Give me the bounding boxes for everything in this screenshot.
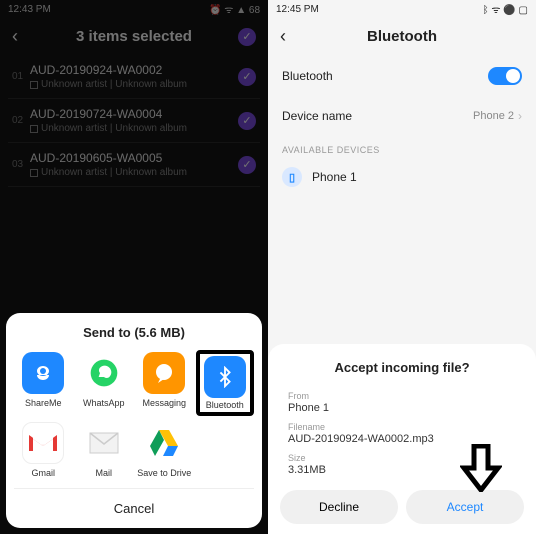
bluetooth-app[interactable]: Bluetooth — [196, 350, 255, 416]
accept-button[interactable]: Accept — [406, 490, 524, 524]
track-number: 03 — [12, 159, 30, 170]
phone-icon: ▯ — [282, 167, 302, 187]
gmail-icon — [22, 422, 64, 464]
arrow-down-icon — [460, 444, 502, 492]
chevron-right-icon: › — [518, 109, 522, 123]
incoming-file-sheet: Accept incoming file? From Phone 1 Filen… — [268, 344, 536, 534]
track-subtitle: Unknown artist | Unknown album — [30, 167, 238, 178]
mail-icon — [83, 422, 125, 464]
app-label: ShareMe — [25, 398, 62, 408]
track-name: AUD-20190924-WA0002 — [30, 63, 238, 77]
album-icon — [30, 125, 38, 133]
sheet-title: Send to (5.6 MB) — [14, 325, 254, 340]
track-list: 01 AUD-20190924-WA0002 Unknown artist | … — [0, 55, 268, 187]
device-name-row[interactable]: Device name Phone 2 › — [268, 97, 536, 135]
app-label: Gmail — [31, 468, 55, 478]
device-row[interactable]: ▯ Phone 1 — [268, 159, 536, 195]
status-icons: ⏰ ᯤ ▲ 68 — [209, 2, 260, 16]
track-name: AUD-20190724-WA0004 — [30, 107, 238, 121]
row-value: Phone 2 — [473, 110, 514, 122]
share-grid: ShareMe WhatsApp Messaging Bluetooth Gma… — [14, 350, 254, 480]
back-icon[interactable]: ‹ — [12, 26, 30, 47]
status-icons: ᛒ ᯤ ⚫ ▢ — [483, 2, 528, 16]
track-row[interactable]: 01 AUD-20190924-WA0002 Unknown artist | … — [8, 55, 260, 99]
from-field: From Phone 1 — [268, 387, 536, 418]
messaging-app[interactable]: Messaging — [135, 350, 194, 416]
left-screen: 12:43 PM ⏰ ᯤ ▲ 68 ‹ 3 items selected ✓ 0… — [0, 0, 268, 534]
whatsapp-app[interactable]: WhatsApp — [75, 350, 134, 416]
track-name: AUD-20190605-WA0005 — [30, 151, 238, 165]
status-time: 12:43 PM — [8, 4, 51, 15]
album-icon — [30, 169, 38, 177]
track-number: 02 — [12, 115, 30, 126]
right-screen: 12:45 PM ᛒ ᯤ ⚫ ▢ ‹ Bluetooth Bluetooth D… — [268, 0, 536, 534]
album-icon — [30, 81, 38, 89]
track-check-icon[interactable]: ✓ — [238, 156, 256, 174]
field-value: Phone 1 — [288, 402, 516, 414]
field-label: From — [288, 391, 516, 401]
status-bar: 12:45 PM ᛒ ᯤ ⚫ ▢ — [268, 0, 536, 18]
header-title: 3 items selected — [30, 28, 238, 45]
incoming-title: Accept incoming file? — [268, 360, 536, 375]
whatsapp-icon — [83, 352, 125, 394]
track-row[interactable]: 02 AUD-20190724-WA0004 Unknown artist | … — [8, 99, 260, 143]
status-time: 12:45 PM — [276, 4, 319, 15]
decline-button[interactable]: Decline — [280, 490, 398, 524]
selection-header: ‹ 3 items selected ✓ — [0, 18, 268, 55]
bluetooth-icon — [204, 356, 246, 398]
field-label: Filename — [288, 422, 516, 432]
status-bar: 12:43 PM ⏰ ᯤ ▲ 68 — [0, 0, 268, 18]
settings-header: ‹ Bluetooth — [268, 18, 536, 55]
shareme-app[interactable]: ShareMe — [14, 350, 73, 416]
row-label: Device name — [282, 109, 473, 123]
section-header: AVAILABLE DEVICES — [268, 135, 536, 159]
device-name: Phone 1 — [312, 170, 357, 184]
messaging-icon — [143, 352, 185, 394]
select-all-check[interactable]: ✓ — [238, 28, 256, 46]
app-label: Bluetooth — [206, 400, 244, 410]
app-label: Save to Drive — [137, 468, 191, 478]
drive-icon — [143, 422, 185, 464]
track-number: 01 — [12, 71, 30, 82]
cancel-button[interactable]: Cancel — [14, 488, 254, 528]
app-label: Mail — [95, 468, 112, 478]
app-label: Messaging — [142, 398, 186, 408]
track-subtitle: Unknown artist | Unknown album — [30, 123, 238, 134]
track-check-icon[interactable]: ✓ — [238, 68, 256, 86]
shareme-icon — [22, 352, 64, 394]
gmail-app[interactable]: Gmail — [14, 420, 73, 480]
track-check-icon[interactable]: ✓ — [238, 112, 256, 130]
track-subtitle: Unknown artist | Unknown album — [30, 79, 238, 90]
share-sheet: Send to (5.6 MB) ShareMe WhatsApp Messag… — [6, 313, 262, 528]
track-row[interactable]: 03 AUD-20190605-WA0005 Unknown artist | … — [8, 143, 260, 187]
back-icon[interactable]: ‹ — [280, 26, 298, 47]
row-label: Bluetooth — [282, 69, 488, 83]
toggle-on-icon[interactable] — [488, 67, 522, 85]
bluetooth-toggle-row[interactable]: Bluetooth — [268, 55, 536, 97]
app-label: WhatsApp — [83, 398, 125, 408]
drive-app[interactable]: Save to Drive — [135, 420, 194, 480]
header-title: Bluetooth — [298, 28, 506, 45]
mail-app[interactable]: Mail — [75, 420, 134, 480]
